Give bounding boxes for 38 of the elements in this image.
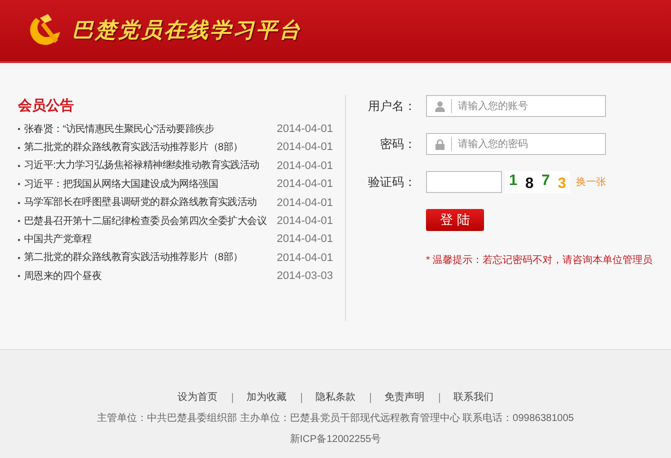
login-button[interactable]: 登 陆 xyxy=(426,209,484,231)
notice-date: 2014-04-01 xyxy=(276,250,333,266)
notice-date: 2014-04-01 xyxy=(276,214,333,229)
notice-link[interactable]: 习近平：把我国从网络大国建设成为网络强国 xyxy=(24,176,218,192)
icp-number: 新ICP备12002255号 xyxy=(290,432,382,447)
notice-link[interactable]: 第二批党的群众路线教育实践活动推荐影片（8部） xyxy=(24,140,243,156)
notice-link[interactable]: 周恩来的四个昼夜 xyxy=(24,268,102,284)
user-icon xyxy=(435,100,445,112)
field-label: 验证码： xyxy=(367,174,417,191)
notice-date: 2014-03-03 xyxy=(276,269,333,284)
footer-link[interactable]: 联系我们 xyxy=(454,390,494,405)
notice-heading: 会员公告 xyxy=(18,96,75,115)
notice-link[interactable]: 马学军部长在呼图壁县调研党的群众路线教育实践活动 xyxy=(24,195,257,210)
notice-link[interactable]: 张春贤：“访民情惠民生聚民心”活动要蹄疾步 xyxy=(24,122,214,137)
input-field[interactable]: 请输入您的账号 xyxy=(426,95,606,117)
footer-link[interactable]: 隐私条款 xyxy=(316,390,356,405)
captcha-field[interactable] xyxy=(426,171,502,193)
notice-link[interactable]: 巴楚县召开第十二届纪律检查委员会第四次全委扩大会议 xyxy=(24,214,267,229)
footer-link[interactable]: 设为首页 xyxy=(178,390,218,405)
lock-icon xyxy=(435,138,445,150)
field-label: 密码： xyxy=(379,136,417,153)
notice-date: 2014-04-01 xyxy=(276,158,333,174)
notice-link[interactable]: 第二批党的群众路线教育实践活动推荐影片（8部） xyxy=(24,250,243,266)
notice-date: 2014-04-01 xyxy=(276,140,333,156)
site-title: 巴楚党员在线学习平台 xyxy=(72,18,302,44)
notice-date: 2014-04-01 xyxy=(276,196,333,210)
field-label: 用户名： xyxy=(367,98,417,115)
footer-info: 主管单位：中共巴楚县委组织部 主办单位：巴楚县党员干部现代远程教育管理中心 联系电话：09986381005 xyxy=(97,412,574,426)
notice-date: 2014-04-01 xyxy=(276,122,333,137)
notice-date: 2014-04-01 xyxy=(276,177,333,192)
notice-link[interactable]: 习近平:大力学习弘扬焦裕禄精神继续推动教育实践活动 xyxy=(24,158,260,174)
notice-link[interactable]: 中国共产党章程 xyxy=(24,232,92,248)
login-tip: * 温馨提示：若忘记密码不对，请咨询本单位管理员 xyxy=(426,254,653,268)
footer-link[interactable]: 免责声明 xyxy=(384,390,424,405)
input-field[interactable]: 请输入您的密码 xyxy=(426,133,606,155)
notice-date: 2014-04-01 xyxy=(276,232,333,248)
footer-link[interactable]: 加为收藏 xyxy=(246,390,286,405)
captcha-image: 1 8 7 3 xyxy=(505,171,570,193)
